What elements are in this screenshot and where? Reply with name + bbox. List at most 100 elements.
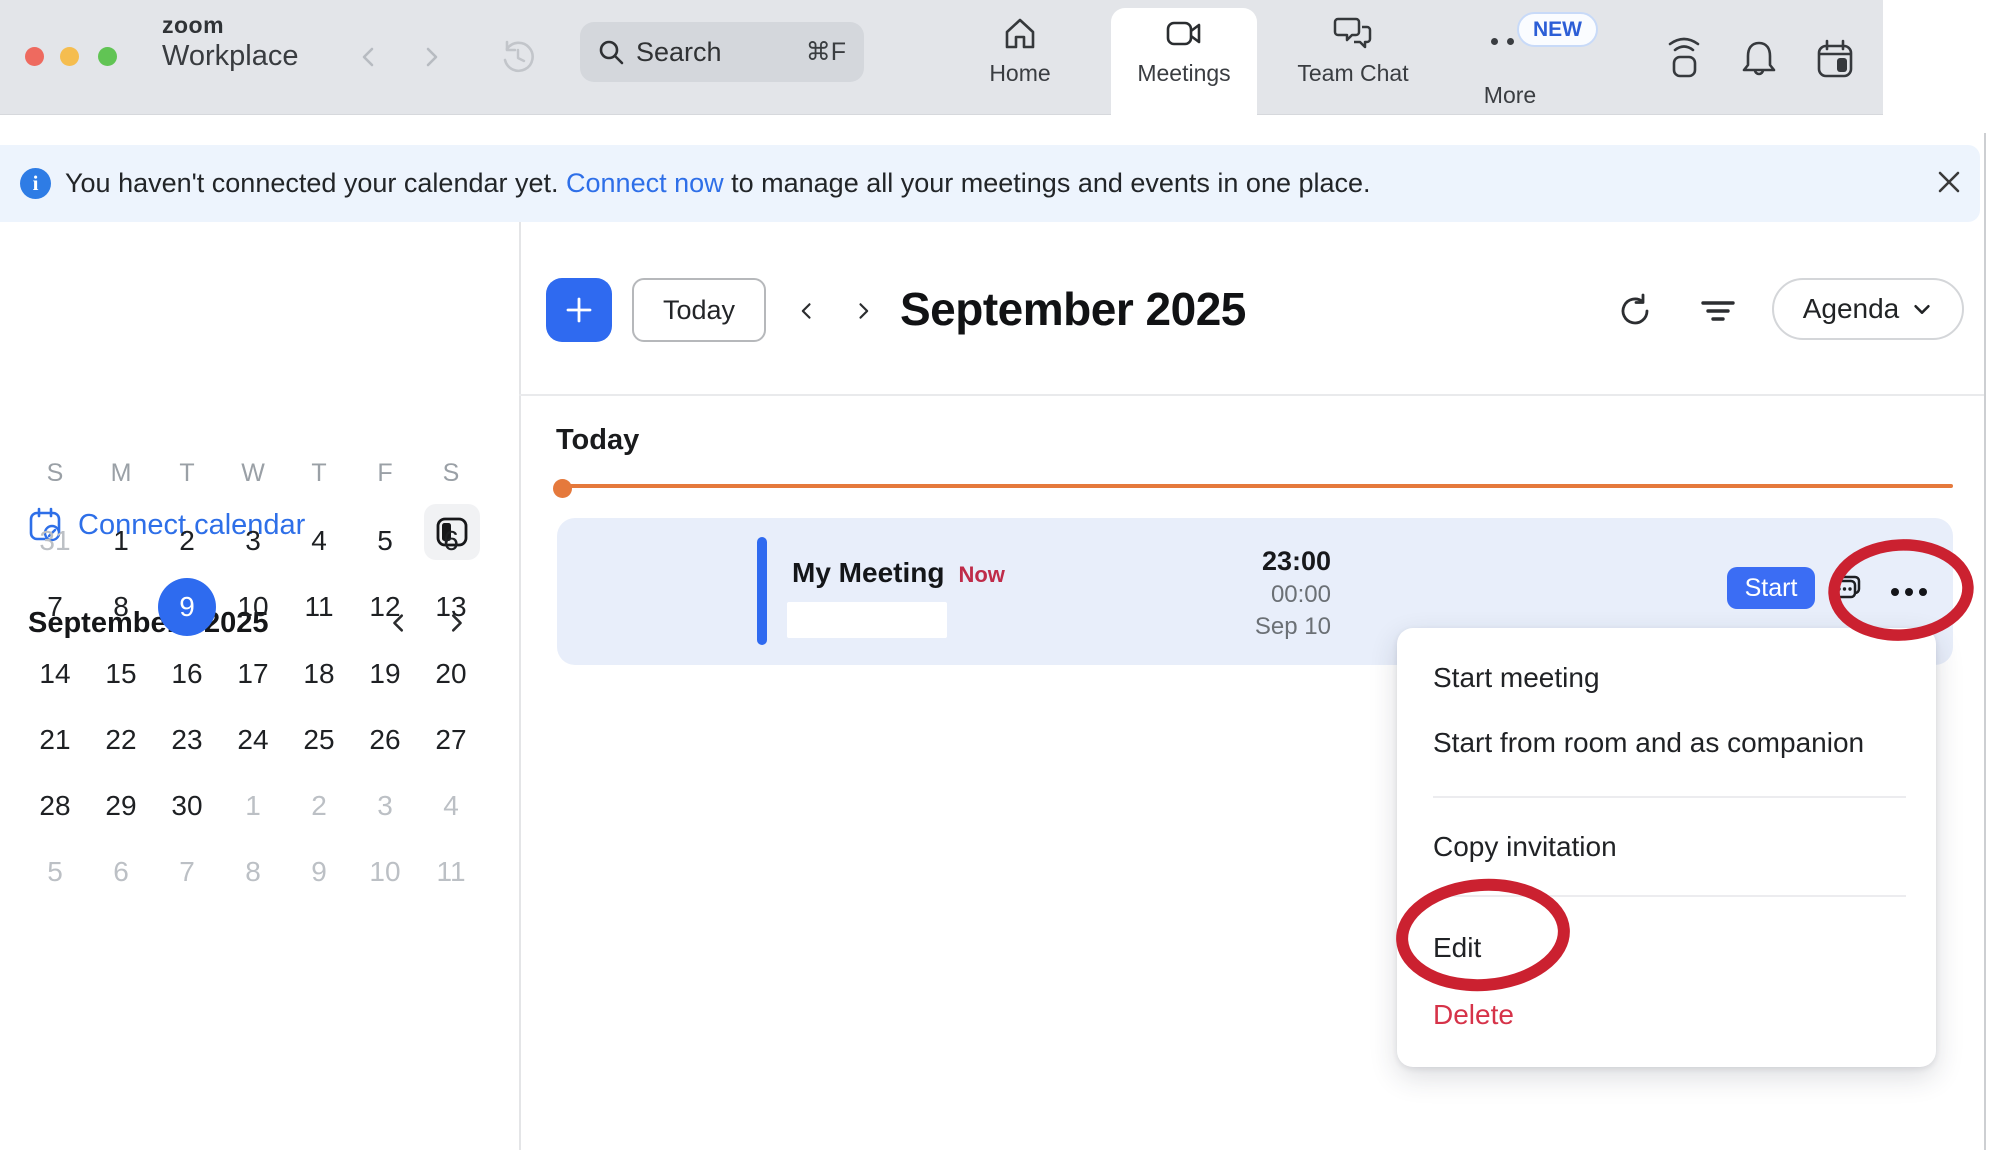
calendar-day[interactable]: 4 [422,777,480,835]
calendar-day[interactable]: 7 [158,843,216,901]
calendar-day[interactable]: 8 [92,578,150,636]
day-of-week-header: T [158,444,216,502]
menu-item-start-from-room-and-as-companion[interactable]: Start from room and as companion [1433,727,1906,759]
calendar-day[interactable]: 13 [422,578,480,636]
plus-icon [564,295,594,325]
team-chat-icon [1332,12,1374,56]
connect-now-link[interactable]: Connect now [566,168,724,198]
calendar-day[interactable]: 3 [356,777,414,835]
event-now-badge: Now [958,562,1004,587]
event-title: My Meeting Now [792,557,1005,589]
calendar-day[interactable]: 12 [356,578,414,636]
calendar-day[interactable]: 10 [356,843,414,901]
calendar-day[interactable]: 6 [422,512,480,570]
ellipsis-icon [1905,588,1913,596]
calendar-day[interactable]: 29 [92,777,150,835]
notifications-button[interactable] [1738,37,1780,81]
today-button-label: Today [663,295,735,326]
calendar-day[interactable]: 3 [224,512,282,570]
calendar-day[interactable]: 11 [290,578,348,636]
calendar-day[interactable]: 23 [158,711,216,769]
mac-minimize-button[interactable] [60,47,79,66]
menu-divider [1433,895,1906,897]
chat-bubbles-icon [1825,567,1869,611]
calendar-day[interactable]: 16 [158,645,216,703]
start-meeting-button[interactable]: Start [1727,567,1815,609]
mac-close-button[interactable] [25,47,44,66]
chevron-right-icon [419,45,443,69]
calendar-day[interactable]: 5 [26,843,84,901]
calendar-day[interactable]: 19 [356,645,414,703]
nav-back-button[interactable] [352,40,386,74]
menu-item-edit[interactable]: Edit [1433,932,1906,964]
search-placeholder: Search [636,37,722,68]
calendar-day[interactable]: 1 [92,512,150,570]
view-selector-dropdown[interactable]: Agenda [1772,278,1964,340]
calendar-day[interactable]: 5 [356,512,414,570]
menu-item-copy-invitation[interactable]: Copy invitation [1433,831,1906,863]
calendar-day[interactable]: 20 [422,645,480,703]
connect-to-device-button[interactable] [1664,37,1704,81]
menu-item-start-meeting[interactable]: Start meeting [1433,662,1906,694]
calendar-day[interactable]: 21 [26,711,84,769]
tab-meetings-label: Meetings [1137,60,1230,87]
calendar-day[interactable]: 17 [224,645,282,703]
calendar-day[interactable]: 27 [422,711,480,769]
calendar-day[interactable]: 9 [290,843,348,901]
mac-zoom-button[interactable] [98,47,117,66]
banner-close-button[interactable] [1925,158,1973,206]
refresh-button[interactable] [1616,292,1654,330]
nav-forward-button[interactable] [414,40,448,74]
calendar-day[interactable]: 10 [224,578,282,636]
more-ellipsis-icon [1507,38,1514,45]
calendar-day[interactable]: 2 [290,777,348,835]
home-icon [1001,12,1039,56]
calendar-button[interactable] [1815,37,1855,81]
calendar-day[interactable]: 4 [290,512,348,570]
banner-text-after: to manage all your meetings and events i… [724,168,1371,198]
today-button[interactable]: Today [632,278,766,342]
menu-item-delete[interactable]: Delete [1433,999,1906,1031]
calendar-day[interactable]: 31 [26,512,84,570]
tab-meetings[interactable]: Meetings [1124,12,1244,108]
calendar-day[interactable]: 1 [224,777,282,835]
close-icon [1936,169,1962,195]
calendar-day[interactable]: 26 [356,711,414,769]
meeting-more-options-button[interactable] [1884,578,1934,606]
day-of-week-header: T [290,444,348,502]
calendar-day[interactable]: 7 [26,578,84,636]
page-title: September 2025 [900,282,1246,336]
meeting-chat-button[interactable] [1824,566,1870,612]
new-meeting-button[interactable] [546,278,612,342]
search-input[interactable]: Search ⌘F [580,22,864,82]
tab-team-chat-label: Team Chat [1297,60,1408,87]
filter-icon [1699,292,1737,330]
calendar-day[interactable]: 22 [92,711,150,769]
calendar-day[interactable]: 14 [26,645,84,703]
calendar-day[interactable]: 25 [290,711,348,769]
calendar-day[interactable]: 24 [224,711,282,769]
calendar-day[interactable]: 11 [422,843,480,901]
calendar-day[interactable]: 8 [224,843,282,901]
calendar-day[interactable]: 28 [26,777,84,835]
new-badge: NEW [1517,12,1598,47]
next-month-button[interactable] [848,296,878,326]
tab-home[interactable]: Home [960,12,1080,108]
tab-more-label: More [1484,82,1536,109]
calendar-day[interactable]: 2 [158,512,216,570]
header-divider [519,394,1985,396]
menu-divider [1433,796,1906,798]
calendar-day[interactable]: 15 [92,645,150,703]
filter-button[interactable] [1699,292,1737,330]
day-of-week-header: F [356,444,414,502]
event-title-text: My Meeting [792,557,944,588]
calendar-day[interactable]: 18 [290,645,348,703]
chevron-right-icon [853,301,873,321]
history-button[interactable] [498,37,538,77]
calendar-day[interactable]: 6 [92,843,150,901]
calendar-day[interactable]: 30 [158,777,216,835]
calendar-day[interactable]: 9 [158,578,216,636]
prev-month-button[interactable] [792,296,822,326]
tab-team-chat[interactable]: Team Chat [1293,12,1413,108]
day-of-week-header: M [92,444,150,502]
